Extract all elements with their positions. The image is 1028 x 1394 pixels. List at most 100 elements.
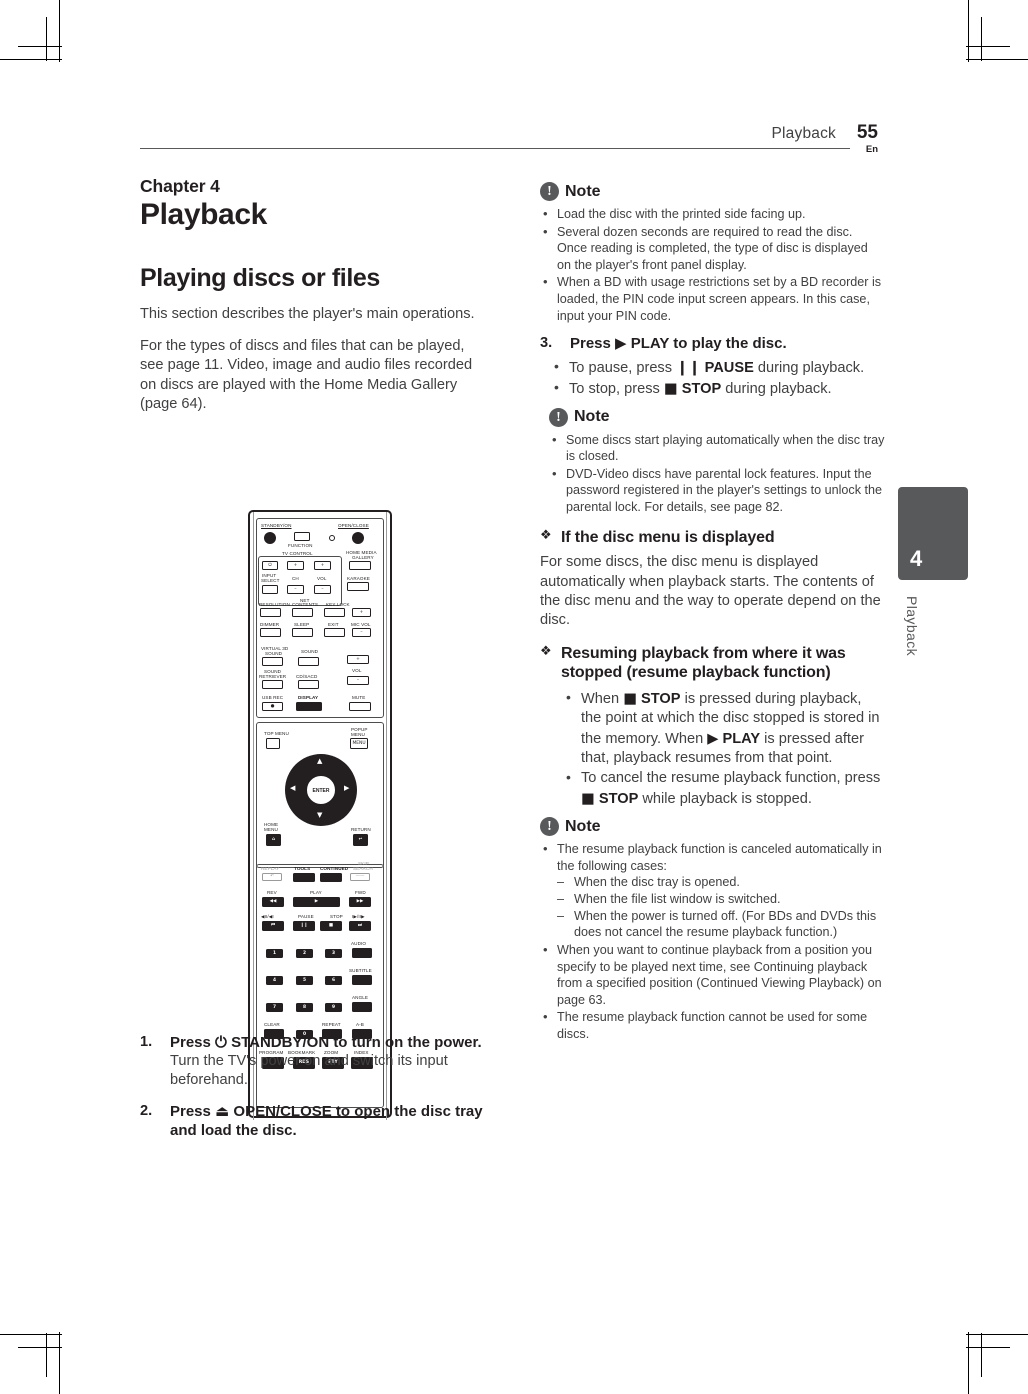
remote-button-2[interactable]: 2: [296, 949, 313, 958]
remote-button-3[interactable]: 3: [325, 949, 342, 958]
remote-button-return[interactable]: ↩: [353, 834, 368, 846]
crop-mark-top-left-h: [0, 59, 62, 60]
remote-button-audio[interactable]: [352, 948, 372, 958]
step-3-number: 3.: [540, 335, 553, 352]
remote-button-next[interactable]: ⏭: [349, 921, 371, 931]
remote-label-ab: A-B: [356, 1022, 364, 1027]
remote-key-6: 6: [331, 977, 336, 983]
crop-mark-bottom-left-inner-v: [46, 1333, 47, 1377]
remote-label-return: RETURN: [351, 827, 371, 832]
crop-mark-top-right-h: [966, 59, 1028, 60]
remote-button-fwd[interactable]: ▶▶: [349, 897, 371, 907]
crop-mark-top-left-inner-h: [18, 46, 62, 47]
pause-bullet-post: during playback.: [753, 359, 865, 376]
remote-button-8[interactable]: 8: [296, 1003, 313, 1012]
page-number: 55: [856, 122, 878, 143]
remote-key-1: 1: [272, 950, 277, 956]
step-3-bullet-pause: To pause, press ❙❙ PAUSE during playback…: [549, 357, 885, 378]
remote-label-stop: STOP: [330, 914, 343, 919]
resume-b2-stop-kw: STOP: [594, 790, 639, 807]
remote-button-7[interactable]: 7: [266, 1003, 283, 1012]
standby-power-icon: ⏻: [215, 1032, 227, 1051]
intro-paragraph-2: For the types of discs and files that ca…: [140, 337, 473, 413]
remote-button-6[interactable]: 6: [325, 976, 342, 985]
language-code: En: [865, 144, 878, 155]
step-1-heading: Press ⏻ STANDBY/ON to turn on the power.: [170, 1033, 485, 1053]
step-list-left: 1. Press ⏻ STANDBY/ON to turn on the pow…: [140, 1033, 485, 1141]
step-2-number: 2.: [140, 1102, 153, 1119]
remote-button-enter[interactable]: ENTER: [306, 775, 336, 805]
note-icon-1: !: [540, 182, 559, 201]
remote-button-pause[interactable]: ❙❙: [293, 921, 315, 931]
stop-bullet-post: during playback.: [721, 381, 832, 398]
remote-button-9[interactable]: 9: [325, 1003, 342, 1012]
remote-button-home-menu[interactable]: ⌂: [266, 834, 281, 846]
remote-button-top-menu[interactable]: [266, 738, 280, 749]
return-icon: ↩: [358, 836, 363, 842]
crop-mark-top-left-v: [59, 0, 60, 62]
page-header: Playback 55 En: [140, 118, 888, 158]
remote-rail-right: [386, 512, 387, 1120]
stop-bullet-pre: To stop, press: [569, 381, 664, 398]
remote-label-next-step: I▶/II▶: [352, 914, 365, 919]
stop-icon: ■: [328, 922, 334, 928]
remote-button-stop[interactable]: ■: [320, 921, 342, 931]
remote-label-angle: ANGLE: [352, 995, 369, 1000]
remote-button-1[interactable]: 1: [266, 949, 283, 958]
remote-label-replay: REPLAY: [261, 866, 280, 871]
note-icon-2: !: [549, 407, 568, 427]
remote-dpad-up-icon[interactable]: ▲: [317, 758, 322, 765]
remote-label-fwd: FWD: [355, 890, 366, 895]
remote-button-subtitle[interactable]: [352, 975, 372, 985]
disc-menu-body: For some discs, the disc menu is display…: [540, 554, 881, 629]
remote-key-5: 5: [302, 977, 307, 983]
remote-key-2: 2: [302, 950, 307, 956]
remote-button-4[interactable]: 4: [266, 976, 283, 985]
stop-icon: ■: [581, 789, 595, 807]
remote-label-audio: AUDIO: [351, 941, 367, 946]
step-1-heading-pre: Press: [170, 1033, 216, 1051]
remote-label-rev: REV: [267, 890, 277, 895]
note-item: Some discs start playing automatically w…: [549, 431, 885, 465]
remote-button-continued[interactable]: [320, 873, 342, 882]
step-3-bullets: To pause, press ❙❙ PAUSE during playback…: [540, 357, 885, 400]
remote-control-illustration: STANDBY/ON OPEN/CLOSE FUNCTION TV CONTRO…: [248, 510, 392, 1120]
pause-keyword: PAUSE: [700, 359, 754, 376]
remote-dpad-down-icon[interactable]: ▼: [317, 812, 322, 819]
remote-label-search: SEARCH: [353, 866, 373, 871]
note-icon-3: !: [540, 817, 559, 837]
remote-key-9: 9: [331, 1004, 336, 1010]
crop-mark-bottom-left-v: [59, 1332, 60, 1394]
header-section-title: Playback: [771, 125, 836, 142]
remote-button-tools[interactable]: [293, 873, 315, 882]
remote-key-4: 4: [272, 977, 277, 983]
crop-mark-top-right-v: [968, 0, 969, 62]
remote-label-popup-menu: MENU: [351, 732, 365, 737]
section-title-playing-discs: Playing discs or files: [140, 263, 380, 292]
remote-label-clear: CLEAR: [264, 1022, 280, 1027]
crop-mark-top-left-inner-v: [46, 17, 47, 61]
remote-button-rev[interactable]: ◀◀: [262, 897, 284, 907]
eject-icon: ⏏: [215, 1101, 230, 1120]
note-list-3: The resume playback function is canceled…: [540, 840, 885, 1042]
remote-dpad-right-icon[interactable]: ▶: [344, 785, 349, 792]
chapter-side-tab: 4: [898, 487, 968, 580]
note-list-2: Some discs start playing automatically w…: [540, 431, 885, 516]
crop-mark-bottom-right-v: [968, 1332, 969, 1394]
remote-key-7: 7: [272, 1004, 277, 1010]
home-icon: ⌂: [271, 836, 276, 842]
remote-button-replay[interactable]: ↶: [262, 873, 282, 881]
remote-button-angle[interactable]: [352, 1002, 372, 1012]
crop-mark-top-right-inner-h: [966, 46, 1010, 47]
remote-button-play[interactable]: ▶: [293, 897, 340, 907]
play-icon: ▶: [314, 898, 319, 904]
remote-button-prev[interactable]: ⏮: [262, 921, 284, 931]
remote-dpad-left-icon[interactable]: ◀: [290, 785, 295, 792]
step-1-sub: Turn the TV's power on and switch its in…: [170, 1053, 448, 1089]
remote-button-5[interactable]: 5: [296, 976, 313, 985]
remote-label-repeat: REPEAT: [322, 1022, 341, 1027]
remote-label-enter: ENTER: [312, 788, 330, 794]
remote-button-popup-menu[interactable]: MENU: [350, 738, 368, 749]
remote-button-skip-search[interactable]: ——: [350, 873, 370, 881]
step-1-heading-post: STANDBY/ON to turn on the power.: [226, 1033, 482, 1051]
